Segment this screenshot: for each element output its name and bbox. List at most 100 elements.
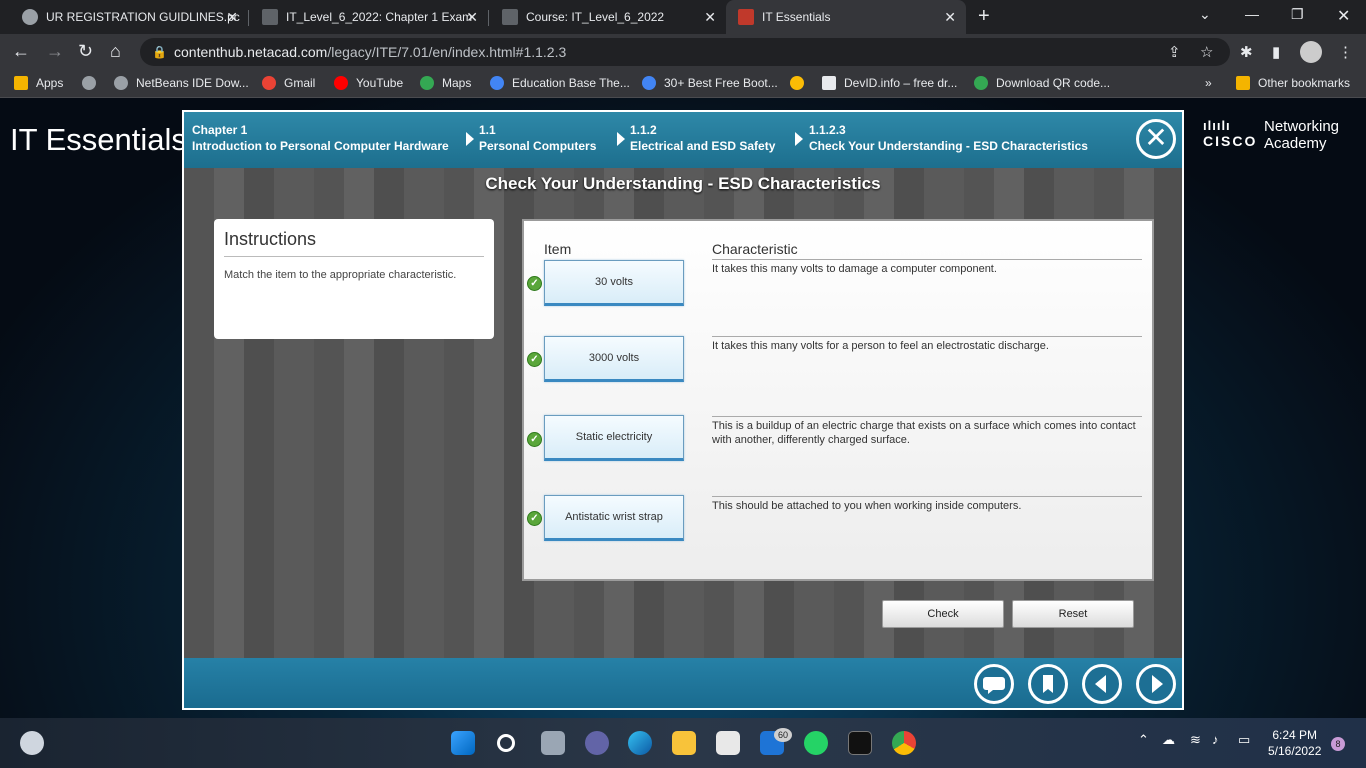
close-activity-button[interactable]: ✕ <box>1136 119 1176 159</box>
file-explorer-icon[interactable] <box>672 731 696 755</box>
activity-inner: Chapter 1 Introduction to Personal Compu… <box>184 112 1182 708</box>
url-path: /legacy/ITE/7.01/en/index.html#1.1.2.3 <box>327 44 567 60</box>
weather-icon[interactable] <box>20 731 44 755</box>
task-view-icon[interactable] <box>541 731 565 755</box>
browser-tab-strip: UR REGISTRATION GUIDLINES.pc ✕ IT_Level_… <box>0 0 1366 34</box>
breadcrumb-chapter[interactable]: Chapter 1 Introduction to Personal Compu… <box>192 122 449 154</box>
extensions-icon[interactable]: ✱ <box>1240 43 1253 61</box>
bookmark-netbeans[interactable]: NetBeans IDE Dow... <box>114 76 249 90</box>
tab-course[interactable]: Course: IT_Level_6_2022 ✕ <box>490 0 726 34</box>
clock[interactable]: 6:24 PM 5/16/2022 <box>1268 727 1321 759</box>
maps-icon <box>420 76 434 90</box>
logo-networking: Networking <box>1264 118 1340 135</box>
draggable-item[interactable]: Static electricity <box>544 415 684 461</box>
home-icon[interactable]: ⌂ <box>110 41 121 62</box>
share-icon[interactable]: ⇪ <box>1168 43 1181 61</box>
bookmark-button[interactable] <box>1028 664 1068 704</box>
bookmark-bootstrap[interactable]: 30+ Best Free Boot... <box>642 76 778 90</box>
other-bookmarks[interactable]: Other bookmarks <box>1236 76 1350 90</box>
previous-button[interactable] <box>1082 664 1122 704</box>
chrome-icon[interactable] <box>892 731 916 755</box>
characteristic-drop-zone[interactable]: It takes this many volts for a person to… <box>712 336 1142 414</box>
draggable-item[interactable]: 30 volts <box>544 260 684 306</box>
devid-icon <box>822 76 836 90</box>
qr-icon <box>974 76 988 90</box>
side-panel-icon[interactable]: ▮ <box>1272 43 1280 61</box>
bookmark-apps[interactable]: Apps <box>14 76 63 90</box>
minimize-icon[interactable]: — <box>1245 6 1259 22</box>
bookmark-education[interactable]: Education Base The... <box>490 76 630 90</box>
next-button[interactable] <box>1136 664 1176 704</box>
breadcrumb-section[interactable]: 1.1 Personal Computers <box>479 122 596 154</box>
terminal-icon[interactable] <box>848 731 872 755</box>
breadcrumb-page[interactable]: 1.1.2.3 Check Your Understanding - ESD C… <box>809 122 1088 154</box>
new-tab-button[interactable]: + <box>978 5 990 28</box>
menu-icon[interactable]: ⋮ <box>1338 43 1353 61</box>
whatsapp-icon[interactable] <box>804 731 828 755</box>
windows-start-icon[interactable] <box>451 731 475 755</box>
forward-icon[interactable]: → <box>46 41 64 62</box>
comment-button[interactable] <box>974 664 1014 704</box>
bookmark-youtube[interactable]: YouTube <box>334 76 403 90</box>
bookmark-globe[interactable] <box>82 76 104 90</box>
tab-title: Course: IT_Level_6_2022 <box>526 10 665 24</box>
breadcrumb: Chapter 1 Introduction to Personal Compu… <box>184 112 1182 168</box>
tab-title: IT_Level_6_2022: Chapter 1 Exam <box>286 10 473 24</box>
edge-icon[interactable] <box>628 731 652 755</box>
maximize-icon[interactable]: ❐ <box>1291 6 1304 23</box>
bookmark-devid[interactable]: DevID.info – free dr... <box>822 76 957 90</box>
taskbar: 60 ⌃ ☁ ≋ ♪ ▭ 6:24 PM 5/16/2022 8 <box>0 718 1366 768</box>
bookmark-gmail[interactable]: Gmail <box>262 76 315 90</box>
close-icon[interactable]: ✕ <box>704 9 716 26</box>
draggable-item[interactable]: Antistatic wrist strap <box>544 495 684 541</box>
close-icon[interactable]: ✕ <box>226 9 238 26</box>
url-input[interactable]: 🔒 contenthub.netacad.com/legacy/ITE/7.01… <box>140 38 1230 66</box>
profile-avatar[interactable] <box>1300 41 1322 63</box>
breadcrumb-topic[interactable]: 1.1.2 Electrical and ESD Safety <box>630 122 775 154</box>
reset-button[interactable]: Reset <box>1012 600 1134 628</box>
arrow-right-icon <box>1152 675 1163 693</box>
volume-icon[interactable]: ♪ <box>1212 732 1219 747</box>
folder-icon <box>1236 76 1250 90</box>
tab-chapter-exam[interactable]: IT_Level_6_2022: Chapter 1 Exam ✕ <box>250 0 488 34</box>
characteristic-drop-zone[interactable]: This is a buildup of an electric charge … <box>712 416 1142 494</box>
bookmark-qr[interactable]: Download QR code... <box>974 76 1110 90</box>
cisco-logo: ılıılı CISCO Networking Academy <box>1203 118 1339 152</box>
back-icon[interactable]: ← <box>12 41 30 62</box>
window-close-icon[interactable]: ✕ <box>1337 6 1350 26</box>
characteristic-drop-zone[interactable]: This should be attached to you when work… <box>712 496 1142 556</box>
battery-icon[interactable]: ▭ <box>1238 732 1250 748</box>
clock-time: 6:24 PM <box>1272 728 1318 742</box>
onedrive-icon[interactable]: ☁ <box>1162 732 1175 748</box>
draggable-item[interactable]: 3000 volts <box>544 336 684 382</box>
reload-icon[interactable]: ↻ <box>78 41 93 62</box>
store-icon[interactable] <box>716 731 740 755</box>
wifi-icon[interactable]: ≋ <box>1190 732 1201 748</box>
gmail-icon <box>262 76 276 90</box>
gear-icon <box>642 76 656 90</box>
notification-badge[interactable]: 8 <box>1331 737 1345 751</box>
site-title: IT Essentials <box>10 122 187 157</box>
check-button[interactable]: Check <box>882 600 1004 628</box>
tab-registration[interactable]: UR REGISTRATION GUIDLINES.pc ✕ <box>10 0 248 34</box>
close-icon[interactable]: ✕ <box>466 9 478 26</box>
tab-it-essentials[interactable]: IT Essentials ✕ <box>726 0 966 34</box>
tab-title: IT Essentials <box>762 10 831 24</box>
search-icon[interactable] <box>497 734 515 752</box>
bookmark-icon <box>1043 675 1053 693</box>
youtube-icon <box>334 76 348 90</box>
activity-footer <box>184 658 1182 708</box>
activity-title: Check Your Understanding - ESD Character… <box>485 174 881 193</box>
more-bookmarks[interactable]: » <box>1205 76 1212 90</box>
close-icon[interactable]: ✕ <box>944 9 956 26</box>
address-bar-row: ← → ↻ ⌂ 🔒 contenthub.netacad.com/legacy/… <box>0 34 1366 70</box>
tab-search-icon[interactable]: ⌄ <box>1199 6 1211 23</box>
characteristic-drop-zone[interactable]: It takes this many volts to damage a com… <box>712 259 1142 335</box>
bookmark-maps[interactable]: Maps <box>420 76 471 90</box>
correct-check-icon: ✓ <box>527 432 542 447</box>
show-hidden-icons[interactable]: ⌃ <box>1138 732 1149 748</box>
chat-icon[interactable] <box>585 731 609 755</box>
bookmark-star-icon[interactable]: ☆ <box>1200 43 1213 61</box>
activity-frame: Chapter 1 Introduction to Personal Compu… <box>182 110 1184 710</box>
bookmark-smiley[interactable] <box>790 76 812 90</box>
